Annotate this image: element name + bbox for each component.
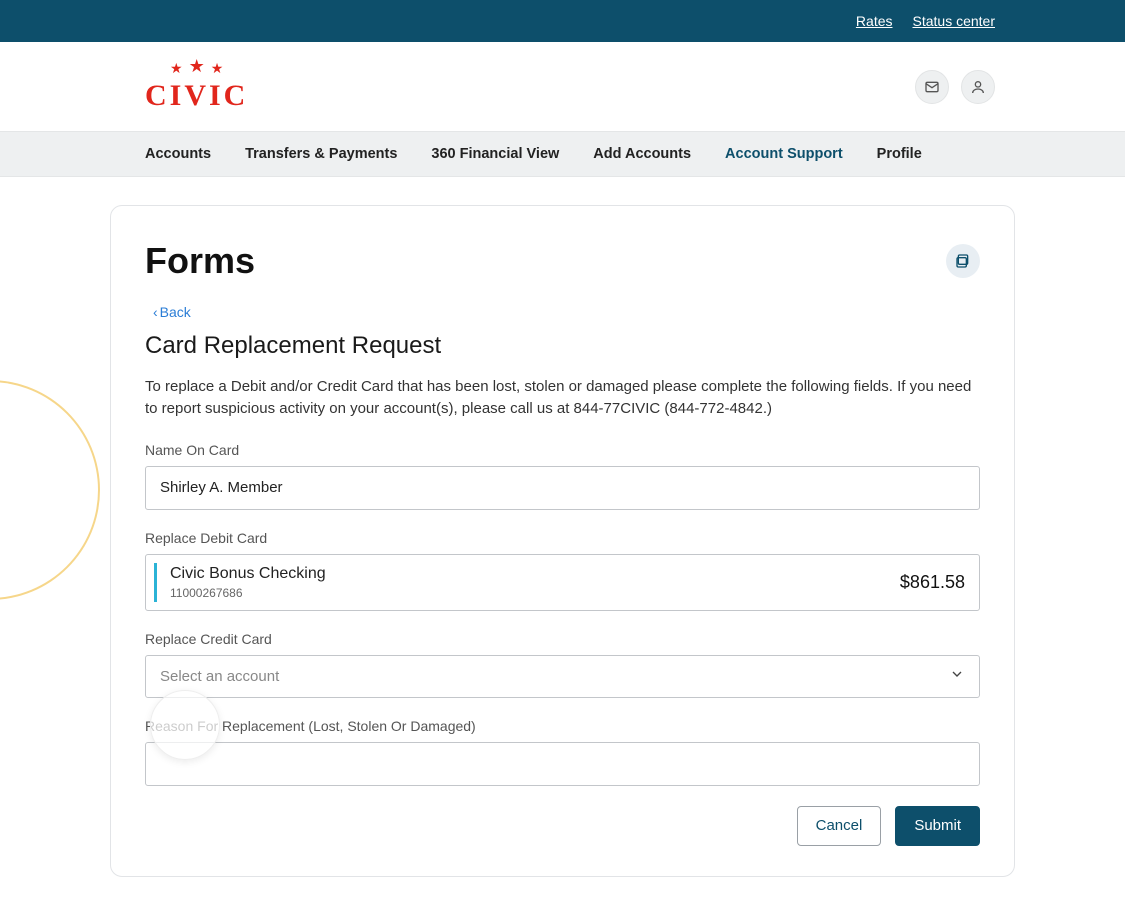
cancel-button[interactable]: Cancel — [797, 806, 882, 846]
main-nav: Accounts Transfers & Payments 360 Financ… — [0, 131, 1125, 177]
reason-input[interactable] — [145, 742, 980, 786]
debit-account-select[interactable]: Civic Bonus Checking 11000267686 $861.58 — [145, 554, 980, 611]
name-on-card-label: Name On Card — [145, 442, 980, 458]
chevron-left-icon: ‹ — [153, 304, 158, 320]
logo-text: CIVIC — [145, 79, 248, 113]
nav-account-support[interactable]: Account Support — [725, 146, 843, 162]
save-form-icon[interactable] — [946, 244, 980, 278]
nav-add-accounts[interactable]: Add Accounts — [593, 146, 691, 162]
field-replace-debit: Replace Debit Card Civic Bonus Checking … — [145, 530, 980, 611]
field-reason: Reason For Replacement (Lost, Stolen Or … — [145, 718, 980, 786]
chevron-down-icon — [949, 666, 965, 687]
nav-profile[interactable]: Profile — [877, 146, 922, 162]
field-name-on-card: Name On Card — [145, 442, 980, 510]
forms-card: Forms ‹ Back Card Replacement Request To… — [110, 205, 1015, 877]
form-heading: Card Replacement Request — [145, 332, 980, 360]
credit-account-select[interactable]: Select an account — [145, 655, 980, 698]
debit-account-balance: $861.58 — [900, 572, 965, 593]
submit-button[interactable]: Submit — [895, 806, 980, 846]
user-icon[interactable] — [961, 70, 995, 104]
credit-select-placeholder: Select an account — [160, 668, 279, 685]
nav-transfers-payments[interactable]: Transfers & Payments — [245, 146, 397, 162]
status-center-link[interactable]: Status center — [913, 13, 996, 29]
page-title: Forms — [145, 240, 255, 282]
decorative-arc — [0, 380, 100, 600]
back-link-label: Back — [160, 304, 191, 320]
replace-debit-label: Replace Debit Card — [145, 530, 980, 546]
header-actions — [915, 70, 995, 104]
reason-label: Reason For Replacement (Lost, Stolen Or … — [145, 718, 980, 734]
account-accent-bar — [154, 563, 157, 602]
form-description: To replace a Debit and/or Credit Card th… — [145, 376, 980, 420]
mail-icon[interactable] — [915, 70, 949, 104]
back-link[interactable]: ‹ Back — [153, 304, 191, 320]
field-replace-credit: Replace Credit Card Select an account — [145, 631, 980, 698]
nav-accounts[interactable]: Accounts — [145, 146, 211, 162]
name-on-card-input[interactable] — [145, 466, 980, 510]
header: ★★★ CIVIC — [0, 42, 1125, 131]
debit-account-name: Civic Bonus Checking — [170, 565, 326, 583]
rates-link[interactable]: Rates — [856, 13, 893, 29]
form-actions: Cancel Submit — [145, 806, 980, 846]
replace-credit-label: Replace Credit Card — [145, 631, 980, 647]
debit-account-number: 11000267686 — [170, 586, 326, 600]
top-utility-bar: Rates Status center — [0, 0, 1125, 42]
logo-stars-icon: ★★★ — [170, 60, 223, 81]
brand-logo[interactable]: ★★★ CIVIC — [145, 60, 248, 113]
nav-360-financial-view[interactable]: 360 Financial View — [431, 146, 559, 162]
